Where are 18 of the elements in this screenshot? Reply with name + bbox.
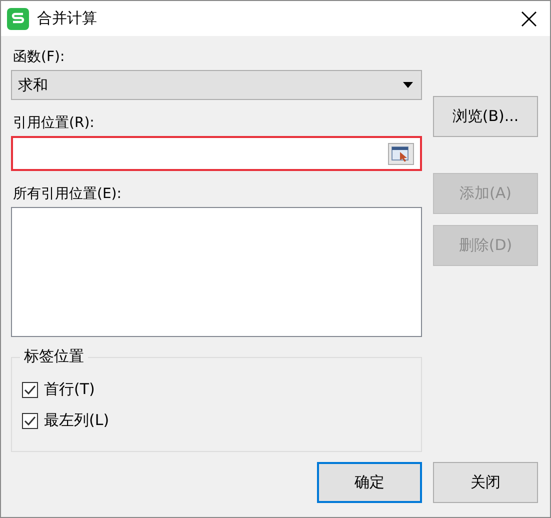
reference-field[interactable]	[11, 136, 422, 171]
checkbox[interactable]	[22, 412, 38, 428]
checkbox-option[interactable]: 首行(T)	[22, 380, 95, 399]
close-button[interactable]: 关闭	[433, 462, 538, 503]
references-list[interactable]	[11, 207, 422, 337]
all-references-label: 所有引用位置(E):	[13, 185, 122, 203]
window-title: 合并计算	[37, 9, 98, 28]
checkbox-option[interactable]: 最左列(L)	[22, 411, 110, 430]
app-logo-icon	[7, 8, 29, 30]
ok-button[interactable]: 确定	[317, 462, 422, 503]
function-dropdown[interactable]: 求和	[11, 70, 422, 100]
browse-button[interactable]: 浏览(B)...	[433, 96, 538, 137]
reference-label: 引用位置(R):	[13, 114, 94, 132]
function-label: 函数(F):	[13, 48, 65, 66]
checkbox[interactable]	[22, 382, 38, 398]
range-picker-icon[interactable]	[388, 142, 414, 164]
dropdown-arrow-icon	[403, 82, 413, 88]
group-title: 标签位置	[20, 347, 88, 366]
